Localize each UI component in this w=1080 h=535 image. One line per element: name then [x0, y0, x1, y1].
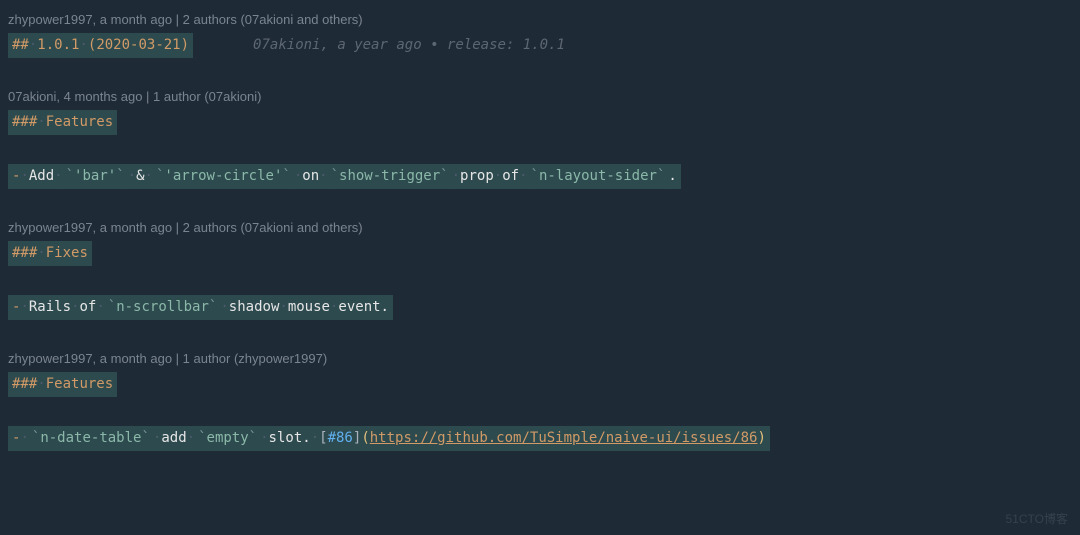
code-line[interactable]: ###·Features	[0, 370, 1080, 399]
whitespace-dot: ·	[260, 430, 268, 446]
heading-text: Fixes	[46, 245, 88, 261]
whitespace-dot: ·	[279, 299, 287, 315]
text-token: Rails	[29, 299, 71, 315]
heading-prefix: ###	[12, 114, 37, 130]
whitespace-dot: ·	[96, 299, 104, 315]
heading-highlight: ##·1.0.1·(2020-03-21)	[8, 33, 193, 58]
text-token: slot.	[269, 430, 311, 446]
watermark: 51CTO博客	[1006, 510, 1068, 527]
heading-prefix: ###	[12, 245, 37, 261]
empty-line[interactable]	[0, 191, 1080, 216]
inline-code: `show-trigger`	[328, 167, 452, 185]
inline-code: `'arrow-circle'`	[153, 167, 294, 185]
text-token: mouse	[288, 299, 330, 315]
code-line[interactable]: -·`n-date-table`·add·`empty`·slot.·[#86]…	[0, 424, 1080, 453]
inline-code: `'bar'`	[63, 167, 128, 185]
code-line[interactable]: ###·Fixes	[0, 239, 1080, 268]
heading-highlight: ###·Fixes	[8, 241, 92, 266]
text-token: .	[668, 168, 676, 184]
inline-code: `empty`	[195, 429, 260, 447]
heading-text: Features	[46, 376, 113, 392]
heading-prefix: ##	[12, 37, 29, 53]
whitespace-dot: ·	[20, 430, 28, 446]
line-highlight: -·`n-date-table`·add·`empty`·slot.·[#86]…	[8, 426, 770, 451]
text-token: add	[161, 430, 186, 446]
empty-line[interactable]	[0, 268, 1080, 293]
heading-text: Features	[46, 114, 113, 130]
code-line[interactable]: ###·Features	[0, 108, 1080, 137]
heading-highlight: ###·Features	[8, 372, 117, 397]
code-line[interactable]: ##·1.0.1·(2020-03-21) 07akioni, a year ag…	[0, 31, 1080, 60]
text-token: event.	[338, 299, 389, 315]
link-label[interactable]: #86	[328, 430, 353, 446]
heading-prefix: ###	[12, 376, 37, 392]
line-highlight: -·Add·`'bar'`·&·`'arrow-circle'`·on·`sho…	[8, 164, 681, 189]
empty-line[interactable]	[0, 453, 1080, 478]
whitespace-dot: ·	[54, 168, 62, 184]
text-token: Add	[29, 168, 54, 184]
inline-code: `n-layout-sider`	[528, 167, 669, 185]
text-token: &	[136, 168, 144, 184]
inline-code: `n-scrollbar`	[105, 298, 221, 316]
whitespace-dot: ·	[37, 114, 45, 130]
whitespace-dot: ·	[187, 430, 195, 446]
inline-blame[interactable]: 07akioni, a year ago • release: 1.0.1	[253, 37, 565, 53]
text-token: of	[502, 168, 519, 184]
whitespace-dot: ·	[128, 168, 136, 184]
whitespace-dot: ·	[20, 299, 28, 315]
git-blame-annotation[interactable]: 07akioni, 4 months ago | 1 author (07aki…	[0, 85, 1080, 108]
heading-highlight: ###·Features	[8, 110, 117, 135]
link-bracket: [	[319, 430, 327, 446]
whitespace-dot: ·	[37, 245, 45, 261]
link-paren: )	[757, 430, 765, 446]
whitespace-dot: ·	[220, 299, 228, 315]
text-token: on	[302, 168, 319, 184]
git-blame-annotation[interactable]: zhypower1997, a month ago | 2 authors (0…	[0, 216, 1080, 239]
git-blame-annotation[interactable]: zhypower1997, a month ago | 1 author (zh…	[0, 347, 1080, 370]
text-token: shadow	[229, 299, 280, 315]
empty-line[interactable]	[0, 399, 1080, 424]
code-editor[interactable]: zhypower1997, a month ago | 2 authors (0…	[0, 8, 1080, 478]
whitespace-dot: ·	[519, 168, 527, 184]
git-blame-annotation[interactable]: zhypower1997, a month ago | 2 authors (0…	[0, 8, 1080, 31]
link-paren: (	[361, 430, 369, 446]
link-url[interactable]: https://github.com/TuSimple/naive-ui/iss…	[370, 430, 758, 446]
whitespace-dot: ·	[319, 168, 327, 184]
inline-code: `n-date-table`	[29, 429, 153, 447]
whitespace-dot: ·	[145, 168, 153, 184]
whitespace-dot: ·	[311, 430, 319, 446]
whitespace-dot: ·	[37, 376, 45, 392]
text-token: prop	[460, 168, 494, 184]
code-line[interactable]: -·Rails·of·`n-scrollbar`·shadow·mouse·ev…	[0, 293, 1080, 322]
empty-line[interactable]	[0, 60, 1080, 85]
text-token: of	[79, 299, 96, 315]
line-highlight: -·Rails·of·`n-scrollbar`·shadow·mouse·ev…	[8, 295, 393, 320]
whitespace-dot: ·	[20, 168, 28, 184]
heading-text: 1.0.1·(2020-03-21)	[37, 37, 189, 53]
code-line[interactable]: -·Add·`'bar'`·&·`'arrow-circle'`·on·`sho…	[0, 162, 1080, 191]
whitespace-dot: ·	[452, 168, 460, 184]
empty-line[interactable]	[0, 322, 1080, 347]
empty-line[interactable]	[0, 137, 1080, 162]
whitespace-dot: ·	[494, 168, 502, 184]
